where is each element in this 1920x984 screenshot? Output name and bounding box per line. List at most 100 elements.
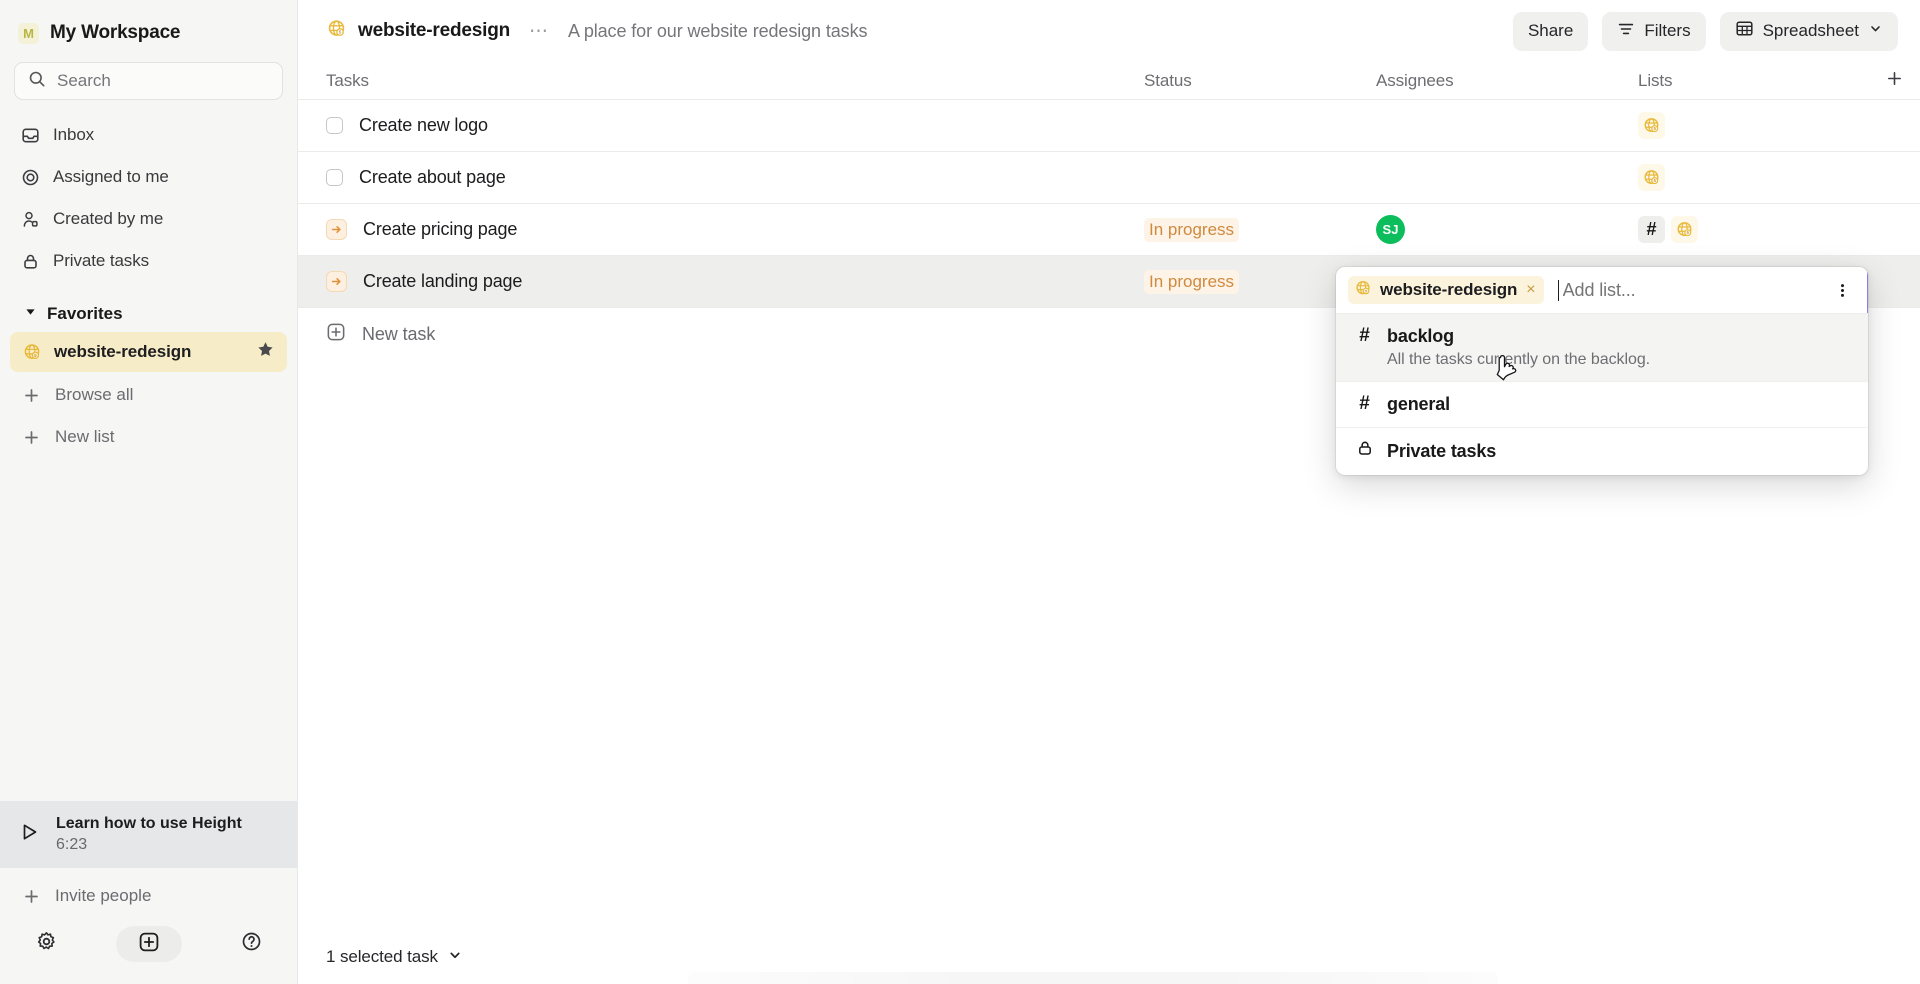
filters-button[interactable]: Filters [1602,11,1706,51]
view-selector-label: Spreadsheet [1762,21,1859,40]
globe-icon: 5 [1638,112,1665,139]
task-cell[interactable]: Create about page [326,167,1144,188]
task-lists-cell[interactable]: 5 [1638,112,1868,139]
globe-icon: 5 [1671,216,1698,243]
table-icon [1735,19,1754,43]
task-status-cell[interactable]: In progress [1144,217,1376,242]
star-icon[interactable] [256,340,275,364]
add-list-input[interactable] [1557,279,1818,301]
table-header-row: Tasks Status Assignees Lists [298,62,1920,100]
selected-list-token[interactable]: 5 website-redesign × [1348,276,1544,304]
globe-icon: 5 [1638,164,1665,191]
in-progress-icon[interactable] [326,271,347,292]
plus-icon [21,385,41,405]
task-title: Create about page [359,167,506,187]
learn-card-duration: 6:23 [56,836,88,853]
filters-button-label: Filters [1644,21,1691,40]
status-badge: In progress [1144,269,1240,294]
workspace-avatar: M [18,22,39,44]
globe-icon: 5 [22,342,42,362]
help-icon [241,931,262,957]
option-main-row: Private tasks [1354,439,1850,463]
add-list-dropdown: 5 website-redesign × # backlog All the t… [1336,267,1868,475]
chevron-down-icon [24,305,37,323]
token-label: website-redesign [1380,280,1518,299]
sidebar-footer [0,920,297,984]
task-cell[interactable]: Create pricing page [326,219,1144,240]
inbox-icon [20,125,40,145]
task-cell[interactable]: Create new logo [326,115,1144,136]
sidebar-item-website-redesign[interactable]: 5 website-redesign [10,332,287,372]
breadcrumb[interactable]: 5 website-redesign [326,18,510,44]
help-button[interactable] [233,926,269,962]
add-column-button[interactable] [1868,70,1920,92]
column-header-tasks[interactable]: Tasks [326,71,1144,91]
hash-icon: # [1359,325,1370,346]
sidebar-item-label: Assigned to me [53,167,169,186]
sidebar-item-assigned-to-me[interactable]: Assigned to me [10,156,287,198]
task-checkbox[interactable] [326,169,343,186]
task-checkbox[interactable] [326,117,343,134]
bottom-bar: 1 selected task [298,930,1920,984]
new-list-button[interactable]: New list [10,416,287,458]
sidebar-item-label: website-redesign [54,342,192,361]
sidebar-item-inbox[interactable]: Inbox [10,114,287,156]
option-main-row: # backlog [1354,325,1850,347]
workspace-header[interactable]: M My Workspace [0,0,297,56]
favorites-label: Favorites [47,304,123,323]
option-main-row: # general [1354,393,1850,415]
task-title: Create landing page [363,271,523,291]
main-content: 5 website-redesign ⋯ A place for our web… [298,0,1920,984]
learn-how-to-use-height-card[interactable]: Learn how to use Height 6:23 [0,801,297,868]
sidebar-item-private-tasks[interactable]: Private tasks [10,240,287,282]
table-row[interactable]: Create new logo 5 [298,100,1920,152]
selection-count-label[interactable]: 1 selected task [326,947,438,967]
column-header-lists[interactable]: Lists [1638,71,1868,91]
sidebar-item-created-by-me[interactable]: Created by me [10,198,287,240]
lock-icon [1354,439,1375,463]
task-cell[interactable]: Create landing page [326,271,1144,292]
globe-icon: 5 [326,18,347,44]
play-icon [18,821,40,848]
new-list-label: New list [55,427,115,446]
gear-icon [36,931,57,957]
share-button[interactable]: Share [1512,11,1589,51]
more-options-button[interactable]: ⋯ [524,20,554,43]
task-assignees-cell[interactable]: SJ [1376,215,1638,244]
in-progress-icon[interactable] [326,219,347,240]
sidebar-nav: Inbox Assigned to me Created by me Priva… [0,110,297,282]
favorites-section-header[interactable]: Favorites [10,292,287,330]
option-description: All the tasks currently on the backlog. [1387,351,1651,368]
sidebar-item-label: Private tasks [53,251,150,270]
browse-all-button[interactable]: Browse all [10,374,287,416]
hash-icon: # [1359,393,1370,414]
person-icon [20,209,40,229]
column-header-assignees[interactable]: Assignees [1376,71,1638,91]
chevron-down-icon [1868,21,1883,41]
chevron-down-icon[interactable] [447,947,463,968]
plus-box-icon [138,931,160,958]
task-title: Create new logo [359,115,488,135]
plus-icon [21,886,41,906]
table-row[interactable]: Create pricing page In progress SJ # 5 [298,204,1920,256]
task-lists-cell[interactable]: # 5 [1638,216,1868,243]
dropdown-option-backlog[interactable]: # backlog All the tasks currently on the… [1336,314,1868,382]
hash-icon: # [1638,216,1665,243]
learn-card-title: Learn how to use Height [56,815,242,832]
close-icon[interactable]: × [1525,281,1536,299]
plus-box-icon [326,322,346,347]
invite-people-button[interactable]: Invite people [0,872,297,920]
dropdown-input-row[interactable]: 5 website-redesign × [1336,267,1868,314]
dropdown-option-private-tasks[interactable]: Private tasks [1336,428,1868,475]
invite-people-label: Invite people [55,886,152,905]
kebab-menu-icon[interactable] [1828,276,1856,304]
search-input[interactable]: Search [14,62,283,100]
create-button[interactable] [115,926,182,962]
column-header-status[interactable]: Status [1144,71,1376,91]
table-row[interactable]: Create about page 5 [298,152,1920,204]
settings-button[interactable] [28,926,64,962]
task-lists-cell[interactable]: 5 [1638,164,1868,191]
view-selector-button[interactable]: Spreadsheet [1719,11,1898,51]
dropdown-option-general[interactable]: # general [1336,382,1868,428]
